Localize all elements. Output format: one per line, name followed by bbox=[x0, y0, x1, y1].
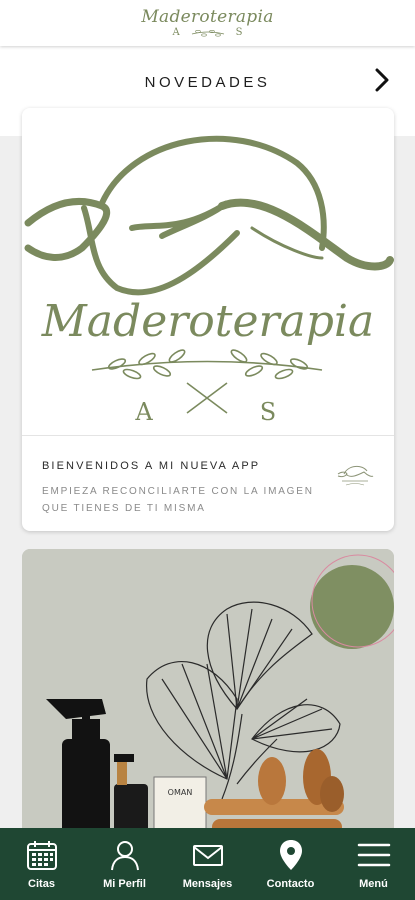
card-hero-image: Maderoterapia A S bbox=[22, 108, 394, 435]
nav-mensajes[interactable]: Mensajes bbox=[166, 828, 249, 900]
app-header: Maderoterapia A S bbox=[0, 0, 415, 46]
post-subtitle: EMPIEZA RECONCILIARTE CON LA IMAGEN QUE … bbox=[42, 486, 314, 514]
logo-initial-right: S bbox=[235, 26, 243, 38]
nav-label-mi-perfil: Mi Perfil bbox=[103, 878, 146, 890]
mail-icon bbox=[192, 845, 223, 866]
user-icon bbox=[110, 841, 139, 871]
card-divider bbox=[22, 435, 394, 436]
section-title: NOVEDADES bbox=[144, 73, 271, 91]
product-box-label: OMAN bbox=[168, 788, 193, 797]
massage-products-photo: OMAN bbox=[22, 549, 394, 828]
nav-citas[interactable]: Citas bbox=[0, 828, 83, 900]
maderoterapia-logo-illustration: Maderoterapia A S bbox=[24, 135, 394, 426]
hero-logo-wordmark: Maderoterapia bbox=[41, 296, 374, 347]
nav-label-mensajes: Mensajes bbox=[182, 878, 233, 890]
leaf-branch-icon bbox=[191, 29, 224, 37]
menu-icon bbox=[357, 843, 390, 867]
nav-label-citas: Citas bbox=[28, 878, 55, 890]
post-thumbnail-logo bbox=[337, 466, 374, 486]
news-card-image[interactable]: OMAN bbox=[22, 549, 394, 828]
hero-initial-right: S bbox=[260, 398, 276, 426]
logo-initial-left: A bbox=[172, 26, 180, 38]
bottom-navigation: Citas Mi Perfil Mensajes Contacto Menú bbox=[0, 828, 415, 900]
logo-initials: A S bbox=[172, 26, 243, 38]
nav-label-menu: Menú bbox=[359, 878, 388, 890]
nav-contacto[interactable]: Contacto bbox=[249, 828, 332, 900]
post-title: BIENVENIDOS A MI NUEVA APP bbox=[42, 460, 261, 472]
nav-menu[interactable]: Menú bbox=[332, 828, 415, 900]
calendar-icon bbox=[26, 841, 57, 870]
location-pin-icon bbox=[279, 840, 302, 870]
hero-initial-left: A bbox=[134, 398, 153, 426]
nav-label-contacto: Contacto bbox=[266, 878, 315, 890]
chevron-right-icon[interactable] bbox=[371, 66, 393, 94]
news-card[interactable]: Maderoterapia A S BIENVENIDOS A MI NUEVA… bbox=[22, 108, 394, 531]
section-header: NOVEDADES bbox=[0, 62, 415, 102]
logo-wordmark: Maderoterapia bbox=[141, 6, 274, 27]
brand-logo[interactable]: Maderoterapia A S bbox=[141, 6, 274, 38]
feed-content[interactable]: NOVEDADES Maderoterapia A S BIENVENIDOS … bbox=[0, 46, 415, 828]
nav-mi-perfil[interactable]: Mi Perfil bbox=[83, 828, 166, 900]
